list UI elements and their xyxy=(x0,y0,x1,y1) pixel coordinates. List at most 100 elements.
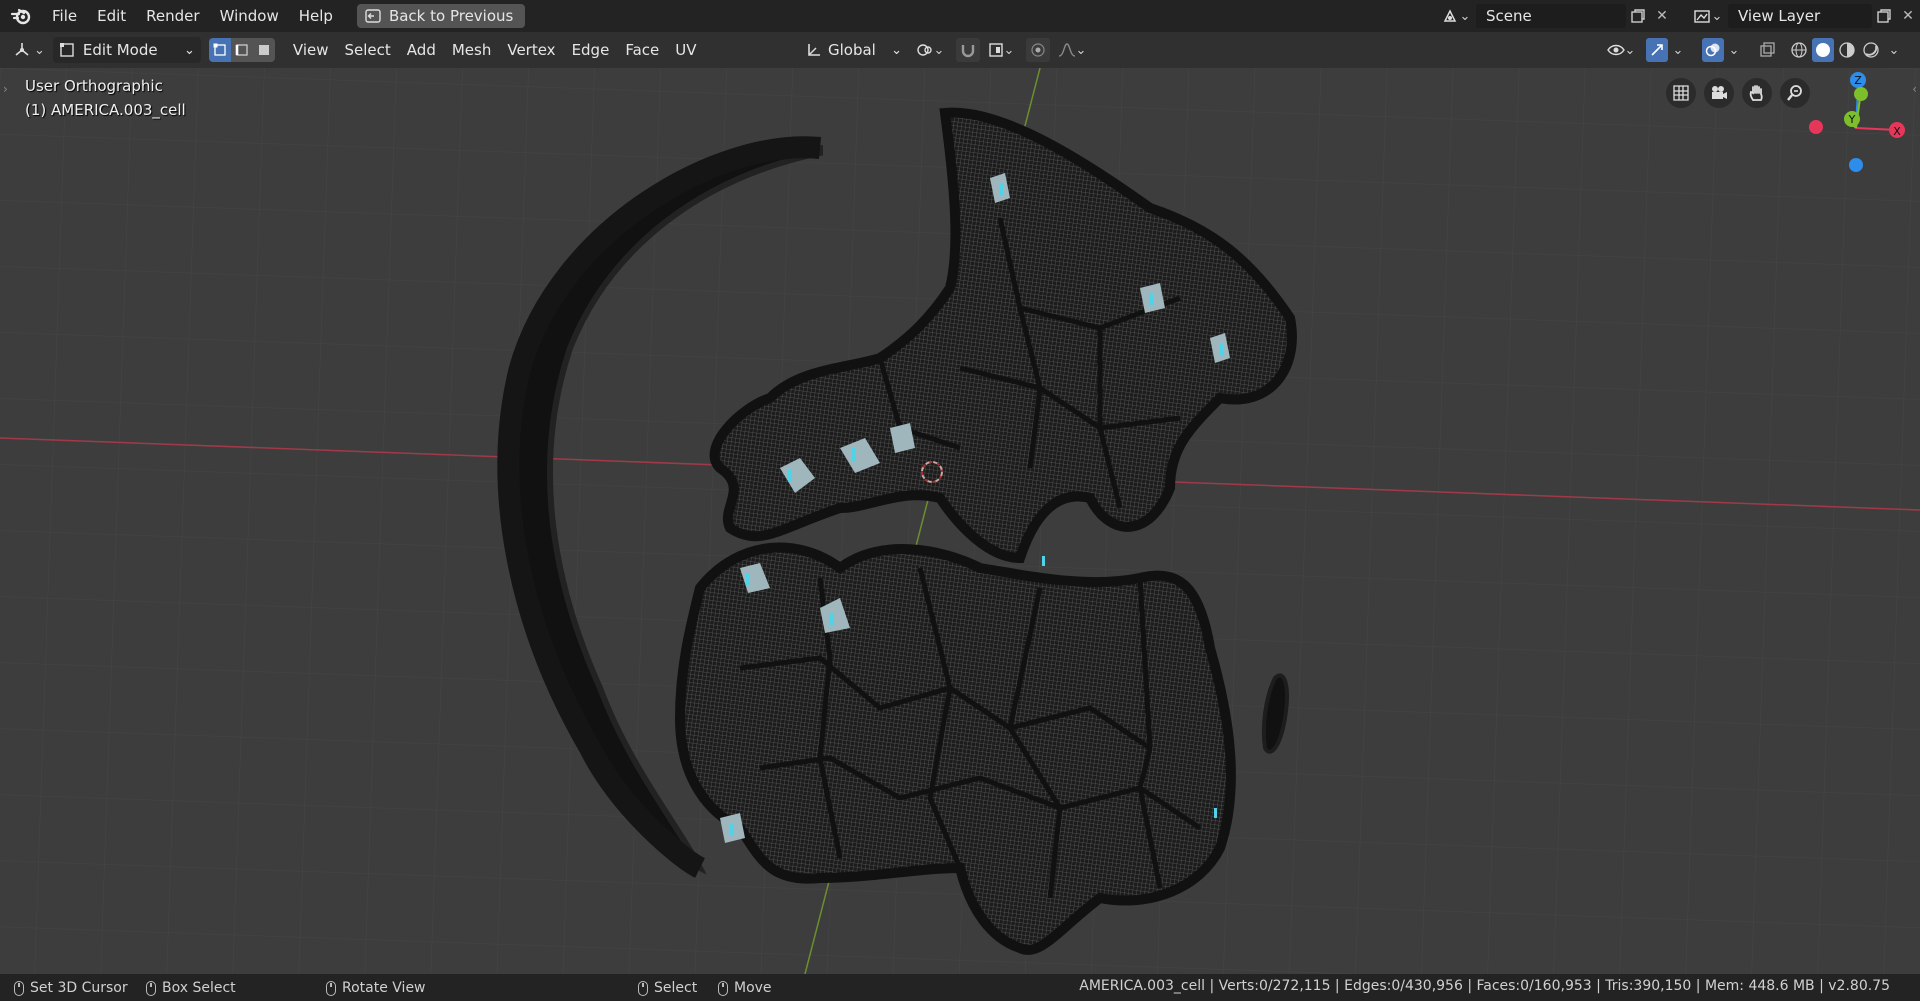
menu-edge[interactable]: Edge xyxy=(564,32,618,68)
vertex-select-button[interactable] xyxy=(208,38,231,62)
back-to-previous-button[interactable]: Back to Previous xyxy=(356,4,526,28)
face-select-icon xyxy=(258,45,269,55)
shading-rendered-button[interactable] xyxy=(1860,38,1882,62)
camera-icon xyxy=(1712,86,1727,99)
chevron-down-icon: ⌄ xyxy=(1888,42,1900,58)
scene-statistics: AMERICA.003_cell | Verts:0/272,115 | Edg… xyxy=(1079,978,1890,994)
top-menu-bar: File Edit Render Window Help Back to Pre… xyxy=(0,0,1920,32)
back-to-previous-label: Back to Previous xyxy=(388,7,514,25)
close-icon: ✕ xyxy=(1902,8,1914,24)
snap-element-dropdown[interactable]: ⌄ xyxy=(984,38,1018,62)
menu-add[interactable]: Add xyxy=(399,32,444,68)
menu-file[interactable]: File xyxy=(42,0,87,32)
shading-material-button[interactable] xyxy=(1836,38,1858,62)
pan-view-button[interactable] xyxy=(1742,78,1772,108)
3d-viewport-icon xyxy=(15,43,29,56)
chevron-down-icon: ⌄ xyxy=(1003,42,1015,58)
menu-render[interactable]: Render xyxy=(136,0,209,32)
gizmo-z-label: Z xyxy=(1854,74,1862,87)
box-select-hint: Box Select xyxy=(162,980,236,996)
transform-orientation-dropdown[interactable]: Global ⌄ xyxy=(806,38,902,62)
mouse-left-icon xyxy=(14,980,24,996)
status-hint-select: Select xyxy=(638,978,697,998)
chevron-down-icon: ⌄ xyxy=(34,42,45,58)
shading-solid-button[interactable] xyxy=(1812,38,1834,62)
gizmo-icon xyxy=(1651,44,1663,56)
wireframe-sphere-icon xyxy=(1791,42,1807,58)
menu-window[interactable]: Window xyxy=(210,0,289,32)
shading-options-dropdown[interactable]: ⌄ xyxy=(1886,38,1902,62)
visibility-dropdown[interactable]: ⌄ xyxy=(1604,38,1638,62)
sidebar-expand-arrow-icon[interactable]: ‹ xyxy=(1912,82,1917,96)
duplicate-icon xyxy=(1631,9,1645,23)
rotate-view-hint: Rotate View xyxy=(342,980,426,996)
select-hint: Select xyxy=(654,980,698,996)
overlays-dropdown[interactable]: ⌄ xyxy=(1726,38,1742,62)
menu-face[interactable]: Face xyxy=(617,32,667,68)
solid-sphere-icon xyxy=(1816,43,1830,57)
chevron-down-icon: ⌄ xyxy=(1624,42,1636,58)
move-hint: Move xyxy=(734,980,772,996)
status-hint-move: Move xyxy=(718,978,772,998)
menu-vertex[interactable]: Vertex xyxy=(499,32,563,68)
3d-viewport[interactable]: X Z Y User Orthographic (1) AMERICA.003_… xyxy=(0,68,1920,974)
hand-icon xyxy=(1749,85,1763,101)
camera-view-button[interactable] xyxy=(1704,78,1734,108)
face-select-button[interactable] xyxy=(252,38,275,62)
toolbar-expand-arrow-icon[interactable]: › xyxy=(3,82,8,96)
view-layer-name-field[interactable]: View Layer xyxy=(1728,4,1872,28)
xray-icon xyxy=(1760,42,1775,57)
scene-name-field[interactable]: Scene xyxy=(1476,4,1626,28)
edge-select-button[interactable] xyxy=(230,38,253,62)
zoom-view-button[interactable] xyxy=(1780,78,1810,108)
blender-logo-icon[interactable] xyxy=(10,5,32,27)
chevron-down-icon: ⌄ xyxy=(184,42,195,58)
menu-help[interactable]: Help xyxy=(289,0,343,32)
chevron-down-icon: ⌄ xyxy=(1728,42,1740,58)
shading-wireframe-button[interactable] xyxy=(1788,38,1810,62)
menu-edit[interactable]: Edit xyxy=(87,0,136,32)
menu-mesh[interactable]: Mesh xyxy=(444,32,500,68)
set-cursor-hint: Set 3D Cursor xyxy=(30,980,128,996)
chevron-down-icon: ⌄ xyxy=(1459,8,1471,24)
proportional-editing-toggle[interactable] xyxy=(1026,38,1050,62)
mouse-left-icon xyxy=(638,980,648,996)
xray-toggle[interactable] xyxy=(1756,38,1778,62)
chevron-down-icon: ⌄ xyxy=(1075,42,1087,58)
delete-view-layer-button[interactable]: ✕ xyxy=(1896,4,1920,28)
new-view-layer-button[interactable] xyxy=(1872,4,1896,28)
proportional-falloff-dropdown[interactable]: ⌄ xyxy=(1054,38,1090,62)
gizmo-dropdown[interactable]: ⌄ xyxy=(1670,38,1686,62)
editor-type-dropdown[interactable]: ⌄ xyxy=(12,41,45,59)
chevron-down-icon: ⌄ xyxy=(891,42,902,58)
gizmo-toggle[interactable] xyxy=(1646,38,1668,62)
overlays-icon xyxy=(1705,43,1720,57)
duplicate-icon xyxy=(1877,9,1891,23)
view-layer-browse-dropdown[interactable]: ⌄ xyxy=(1688,4,1728,28)
status-hint-set-cursor: Set 3D Cursor xyxy=(14,978,128,998)
overlays-toggle[interactable] xyxy=(1702,38,1724,62)
scene-browse-dropdown[interactable]: ⌄ xyxy=(1436,4,1476,28)
active-object-label: (1) AMERICA.003_cell xyxy=(25,101,186,119)
view-name-label: User Orthographic xyxy=(25,77,163,95)
snap-toggle[interactable] xyxy=(956,38,980,62)
toggle-camera-ortho-button[interactable] xyxy=(1666,78,1696,108)
viewport-header: ⌄ Edit Mode ⌄ View Select Add Mesh Verte… xyxy=(0,32,1920,68)
delete-scene-button[interactable]: ✕ xyxy=(1650,4,1674,28)
chevron-down-icon: ⌄ xyxy=(1711,8,1723,24)
menu-view[interactable]: View xyxy=(285,32,337,68)
view-layer-icon xyxy=(1693,10,1710,23)
menu-select[interactable]: Select xyxy=(337,32,399,68)
mouse-right-icon xyxy=(718,980,728,996)
interaction-mode-dropdown[interactable]: Edit Mode ⌄ xyxy=(52,37,201,63)
new-scene-button[interactable] xyxy=(1626,4,1650,28)
grid-icon xyxy=(1673,85,1689,101)
menu-uv[interactable]: UV xyxy=(667,32,704,68)
status-hint-rotate: Rotate View xyxy=(326,978,426,998)
select-mode-toggle xyxy=(208,38,275,62)
axis-icon xyxy=(808,44,820,56)
proportional-icon xyxy=(1031,43,1045,57)
pivot-point-dropdown[interactable]: ⌄ xyxy=(912,38,948,62)
magnifier-icon xyxy=(1787,85,1802,101)
mouse-drag-icon xyxy=(146,980,156,996)
